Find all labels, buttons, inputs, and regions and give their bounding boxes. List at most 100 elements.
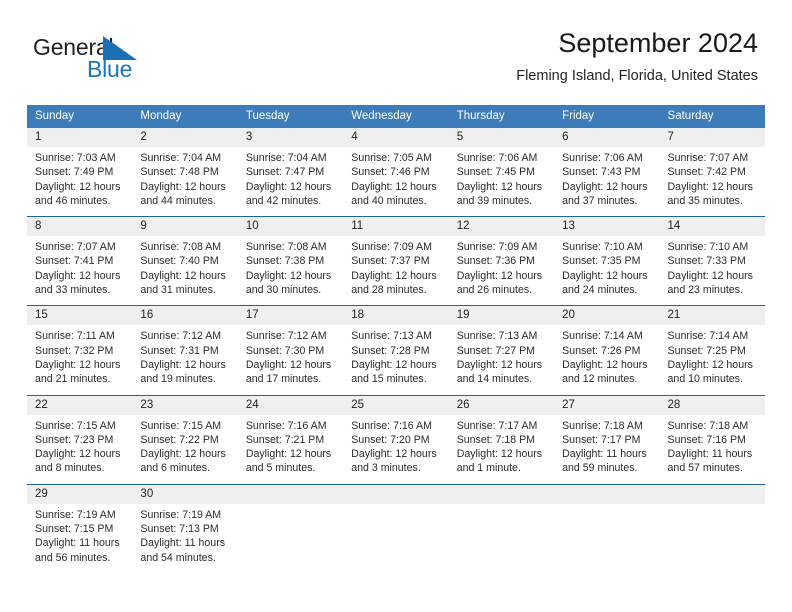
day-cell[interactable]: Sunrise: 7:10 AM Sunset: 7:33 PM Dayligh… (659, 236, 765, 306)
calendar-page: General Blue September 2024 Fleming Isla… (0, 0, 792, 612)
week-row-daynumbers: 22 23 24 25 26 27 28 (27, 395, 765, 415)
day-number[interactable]: 3 (237, 128, 344, 147)
daylight-line1: Daylight: 12 hours (351, 269, 437, 282)
daylight-line1: Daylight: 11 hours (35, 537, 120, 550)
daylight-line2: and 30 minutes. (245, 284, 322, 297)
day-number[interactable]: 18 (343, 306, 449, 326)
day-cell[interactable]: Sunrise: 7:10 AM Sunset: 7:35 PM Dayligh… (554, 236, 660, 306)
day-cell[interactable]: Sunrise: 7:19 AM Sunset: 7:13 PM Dayligh… (132, 503, 238, 573)
daylight-line2: and 42 minutes. (245, 194, 322, 207)
day-cell[interactable]: Sunrise: 7:06 AM Sunset: 7:43 PM Dayligh… (554, 147, 660, 217)
day-cell[interactable]: Sunrise: 7:08 AM Sunset: 7:38 PM Dayligh… (237, 236, 344, 306)
sunset-text: Sunset: 7:42 PM (667, 166, 746, 179)
day-cell-empty (237, 503, 344, 573)
daylight-line1: Daylight: 12 hours (35, 269, 121, 282)
day-cell[interactable]: Sunrise: 7:15 AM Sunset: 7:23 PM Dayligh… (27, 414, 133, 485)
weekday-header-tuesday: Tuesday (237, 105, 344, 128)
sunrise-text: Sunrise: 7:05 AM (351, 152, 432, 164)
day-cell[interactable]: Sunrise: 7:12 AM Sunset: 7:30 PM Dayligh… (237, 325, 344, 396)
day-number[interactable]: 23 (132, 395, 238, 415)
sunset-text: Sunset: 7:22 PM (140, 433, 219, 446)
day-cell[interactable]: Sunrise: 7:15 AM Sunset: 7:22 PM Dayligh… (132, 414, 238, 485)
day-cell[interactable]: Sunrise: 7:16 AM Sunset: 7:21 PM Dayligh… (237, 414, 344, 485)
day-number[interactable]: 8 (27, 217, 133, 237)
day-cell-empty (554, 503, 660, 573)
day-number[interactable]: 20 (554, 306, 660, 326)
daylight-line2: and 8 minutes. (35, 462, 105, 475)
day-number[interactable]: 28 (659, 395, 765, 415)
day-number[interactable]: 29 (27, 484, 133, 504)
day-cell[interactable]: Sunrise: 7:07 AM Sunset: 7:41 PM Dayligh… (27, 236, 133, 306)
day-cell[interactable]: Sunrise: 7:17 AM Sunset: 7:18 PM Dayligh… (448, 414, 555, 485)
day-cell[interactable]: Sunrise: 7:06 AM Sunset: 7:45 PM Dayligh… (448, 147, 555, 217)
daylight-line1: Daylight: 12 hours (140, 358, 226, 371)
day-number[interactable]: 17 (237, 306, 344, 326)
sunset-text: Sunset: 7:38 PM (245, 255, 325, 268)
day-cell[interactable]: Sunrise: 7:18 AM Sunset: 7:16 PM Dayligh… (659, 414, 765, 485)
day-cell[interactable]: Sunrise: 7:09 AM Sunset: 7:37 PM Dayligh… (343, 236, 449, 306)
weekday-header-saturday: Saturday (659, 105, 765, 128)
day-number[interactable]: 4 (343, 128, 449, 147)
day-number[interactable]: 15 (27, 306, 133, 326)
weekday-header-wednesday: Wednesday (343, 105, 449, 128)
daylight-line1: Daylight: 12 hours (35, 448, 121, 461)
day-cell[interactable]: Sunrise: 7:14 AM Sunset: 7:25 PM Dayligh… (659, 325, 765, 396)
day-cell[interactable]: Sunrise: 7:19 AM Sunset: 7:15 PM Dayligh… (27, 503, 133, 573)
day-number[interactable]: 2 (132, 128, 238, 147)
day-number[interactable]: 6 (554, 128, 660, 147)
day-number[interactable]: 19 (448, 306, 555, 326)
day-cell[interactable]: Sunrise: 7:11 AM Sunset: 7:32 PM Dayligh… (27, 325, 133, 396)
daylight-line1: Daylight: 12 hours (456, 180, 543, 193)
daylight-line2: and 10 minutes. (667, 373, 743, 386)
day-cell[interactable]: Sunrise: 7:13 AM Sunset: 7:28 PM Dayligh… (343, 325, 449, 396)
day-number[interactable]: 14 (659, 217, 765, 237)
day-number[interactable]: 9 (132, 217, 238, 237)
sunset-text: Sunset: 7:35 PM (562, 255, 641, 268)
day-number[interactable]: 7 (659, 128, 765, 147)
day-number[interactable]: 27 (554, 395, 660, 415)
day-number[interactable]: 12 (448, 217, 555, 237)
day-cell[interactable]: Sunrise: 7:05 AM Sunset: 7:46 PM Dayligh… (343, 147, 449, 217)
day-cell[interactable]: Sunrise: 7:04 AM Sunset: 7:47 PM Dayligh… (237, 147, 344, 217)
day-cell[interactable]: Sunrise: 7:09 AM Sunset: 7:36 PM Dayligh… (448, 236, 555, 306)
day-number[interactable]: 30 (132, 484, 238, 504)
day-number[interactable]: 13 (554, 217, 660, 237)
day-cell[interactable]: Sunrise: 7:13 AM Sunset: 7:27 PM Dayligh… (448, 325, 555, 396)
day-cell[interactable]: Sunrise: 7:03 AM Sunset: 7:49 PM Dayligh… (27, 147, 133, 217)
daylight-line1: Daylight: 12 hours (35, 358, 121, 371)
sunset-text: Sunset: 7:32 PM (35, 344, 114, 357)
daylight-line1: Daylight: 12 hours (35, 180, 121, 193)
day-cell[interactable]: Sunrise: 7:16 AM Sunset: 7:20 PM Dayligh… (343, 414, 449, 485)
sunrise-text: Sunrise: 7:08 AM (140, 241, 222, 254)
sunset-text: Sunset: 7:21 PM (245, 433, 325, 446)
daylight-line2: and 6 minutes. (140, 462, 210, 475)
logo-text-blue: Blue (87, 56, 133, 82)
week-row-details: Sunrise: 7:03 AM Sunset: 7:49 PM Dayligh… (27, 147, 765, 217)
sunset-text: Sunset: 7:13 PM (140, 523, 219, 536)
day-number[interactable]: 21 (659, 306, 765, 326)
daylight-line2: and 21 minutes. (35, 373, 111, 386)
day-number[interactable]: 10 (237, 217, 344, 237)
day-number[interactable]: 5 (448, 128, 555, 147)
daylight-line1: Daylight: 12 hours (245, 358, 332, 371)
page-header: General Blue September 2024 Fleming Isla… (0, 0, 792, 100)
day-number[interactable]: 26 (448, 395, 555, 415)
day-number[interactable]: 11 (343, 217, 449, 237)
weekday-header-friday: Friday (554, 105, 660, 128)
sunrise-text: Sunrise: 7:04 AM (140, 152, 222, 164)
day-cell[interactable]: Sunrise: 7:07 AM Sunset: 7:42 PM Dayligh… (659, 147, 765, 217)
day-number[interactable]: 16 (132, 306, 238, 326)
daylight-line1: Daylight: 12 hours (667, 269, 753, 282)
day-cell[interactable]: Sunrise: 7:14 AM Sunset: 7:26 PM Dayligh… (554, 325, 660, 396)
day-number[interactable]: 25 (343, 395, 449, 415)
day-number[interactable]: 24 (237, 395, 344, 415)
day-cell[interactable]: Sunrise: 7:08 AM Sunset: 7:40 PM Dayligh… (132, 236, 238, 306)
daylight-line1: Daylight: 12 hours (456, 358, 543, 371)
week-row-daynumbers: 8 9 10 11 12 13 14 (27, 217, 765, 237)
day-number[interactable]: 22 (27, 395, 133, 415)
general-blue-logo[interactable]: General Blue (33, 34, 153, 84)
day-cell[interactable]: Sunrise: 7:18 AM Sunset: 7:17 PM Dayligh… (554, 414, 660, 485)
day-number[interactable]: 1 (27, 128, 133, 147)
day-cell[interactable]: Sunrise: 7:04 AM Sunset: 7:48 PM Dayligh… (132, 147, 238, 217)
day-cell[interactable]: Sunrise: 7:12 AM Sunset: 7:31 PM Dayligh… (132, 325, 238, 396)
